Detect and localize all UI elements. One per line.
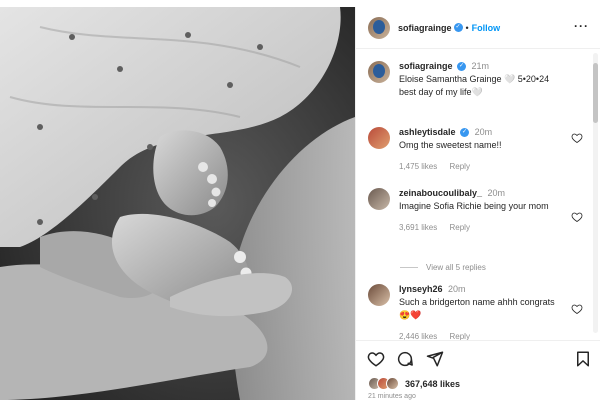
- share-icon[interactable]: [426, 350, 444, 368]
- caption-avatar[interactable]: [368, 61, 390, 83]
- comment-text: Omg the sweetest name!!: [399, 140, 502, 150]
- heart-icon[interactable]: [367, 350, 385, 368]
- verified-badge-icon: ✓: [460, 128, 470, 138]
- reply-button[interactable]: Reply: [449, 332, 469, 340]
- view-replies-label: View all 5 replies: [426, 263, 486, 272]
- comment-item: lynseyh26 20m Such a bridgerton name ahh…: [368, 283, 583, 340]
- caption-line-2: best day of my life🤍: [399, 87, 483, 97]
- comment-likes[interactable]: 3,691 likes: [399, 223, 437, 232]
- comment-text: Such a bridgerton name ahhh congrats 😍❤️: [399, 297, 555, 320]
- comment-item: zeinaboucoulibaly_ 20m Imagine Sofia Ric…: [368, 187, 583, 234]
- comments-list: sofiagrainge ✓ 21m Eloise Samantha Grain…: [356, 50, 600, 340]
- verified-badge-icon: ✓: [453, 23, 463, 32]
- caption: sofiagrainge ✓ 21m Eloise Samantha Grain…: [368, 60, 583, 99]
- comment-avatar[interactable]: [368, 188, 390, 210]
- comment-icon[interactable]: [396, 350, 414, 368]
- comment-avatar[interactable]: [368, 284, 390, 306]
- likes-count[interactable]: 367,648 likes: [405, 379, 460, 389]
- likes-summary[interactable]: 367,648 likes: [368, 377, 460, 390]
- comment-like-heart-icon[interactable]: [571, 303, 583, 315]
- follow-button[interactable]: Follow: [472, 23, 501, 33]
- comment-username[interactable]: zeinaboucoulibaly_: [399, 188, 482, 198]
- more-horizontal-icon[interactable]: ···: [574, 20, 589, 32]
- comments-panel: sofiagrainge ✓ • Follow ··· sofiagrainge…: [355, 7, 600, 400]
- header-separator: •: [465, 22, 469, 33]
- comment-time: 20m: [487, 188, 506, 198]
- author-avatar[interactable]: [368, 16, 390, 39]
- action-bar: 367,648 likes 21 minutes ago: [356, 340, 600, 400]
- liker-avatar: [386, 377, 399, 390]
- comment-username[interactable]: ashleytisdale: [399, 127, 456, 137]
- comment-time: 20m: [474, 127, 493, 137]
- replies-divider: [400, 267, 418, 268]
- verified-badge-icon: ✓: [457, 62, 467, 72]
- author-username[interactable]: sofiagrainge: [398, 23, 452, 33]
- comment-text: Imagine Sofia Richie being your mom: [399, 201, 549, 211]
- caption-time: 21m: [471, 61, 490, 71]
- comment-likes[interactable]: 2,446 likes: [399, 332, 437, 340]
- post-header: sofiagrainge ✓ • Follow ···: [356, 7, 600, 49]
- post-image[interactable]: [0, 7, 355, 400]
- posted-time: 21 minutes ago: [368, 393, 416, 400]
- bookmark-icon[interactable]: [574, 350, 592, 368]
- comment-username[interactable]: lynseyh26: [399, 284, 443, 294]
- caption-line-1: Eloise Samantha Grainge 🤍 5•20•24: [399, 74, 550, 84]
- reply-button[interactable]: Reply: [449, 223, 469, 232]
- caption-username[interactable]: sofiagrainge: [399, 61, 453, 71]
- comment-like-heart-icon[interactable]: [571, 132, 583, 144]
- view-replies-button[interactable]: View all 5 replies: [400, 263, 486, 272]
- comment-avatar[interactable]: [368, 127, 390, 149]
- comment-likes[interactable]: 1,475 likes: [399, 162, 437, 171]
- reply-button[interactable]: Reply: [449, 162, 469, 171]
- comment-item: ashleytisdale ✓ 20m Omg the sweetest nam…: [368, 126, 583, 173]
- comment-like-heart-icon[interactable]: [571, 211, 583, 223]
- liker-avatars: [368, 377, 399, 390]
- comment-time: 20m: [448, 284, 466, 294]
